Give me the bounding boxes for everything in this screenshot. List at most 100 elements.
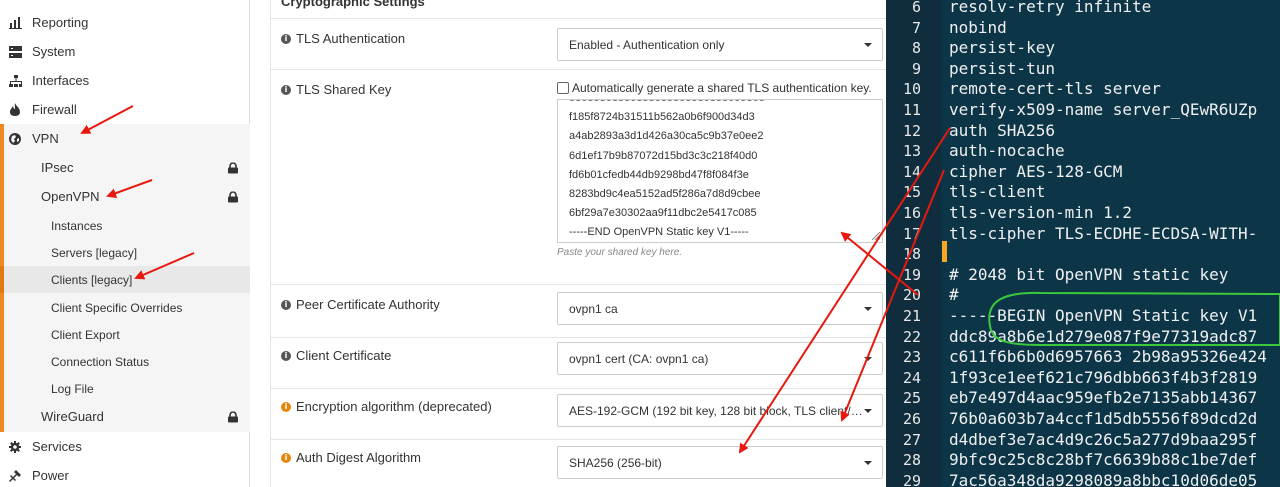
lock-icon [228,191,238,202]
line-number: 6 [911,0,921,16]
sidebar-item-firewall[interactable]: Firewall [0,95,250,124]
flame-icon [8,103,22,116]
tls-authentication-row: i TLS Authentication Enabled - Authentic… [271,18,887,69]
sidebar-item-wireguard[interactable]: WireGuard [0,402,250,431]
lock-icon [228,411,238,422]
caret-down-icon [864,357,872,361]
code-line: 1f93ce1eef621c796dbb663f4b3f2819 [949,367,1258,387]
resize-handle-icon[interactable] [872,232,880,240]
code-line: remote-cert-tls server [949,79,1161,99]
field-label: TLS Shared Key [296,82,392,97]
config-text-editor[interactable]: 6 resolv-retry infinite 7 nobind 8 persist-ke… [886,0,1280,487]
line-number: 20 [902,286,921,305]
network-icon [8,74,22,87]
line-number: 26 [902,410,921,428]
code-line: auth SHA256 [949,120,1055,140]
sidebar-item-connection-status[interactable]: Connection Status [0,348,250,375]
sidebar-item-label: WireGuard [41,409,104,424]
peer-ca-select[interactable]: ovpn1 ca [557,292,883,325]
tls-authentication-select[interactable]: Enabled - Authentication only [557,28,883,61]
line-number: 18 [902,245,921,264]
sidebar-item-services[interactable]: Services [0,432,250,461]
globe-icon [8,132,22,145]
sidebar-item-label: Power [32,468,69,483]
code-line: d4dbef3e7ac4d9c26c5a277d9baa295f [949,429,1258,449]
encryption-algorithm-select[interactable]: AES-192-GCM (192 bit key, 128 bit block,… [557,394,883,427]
peer-ca-row: i Peer Certificate Authority ovpn1 ca [271,284,887,337]
field-label: Client Certificate [296,348,392,363]
sidebar-item-label: System [32,44,76,59]
code-line: resolv-retry infinite [949,0,1152,16]
tls-shared-key-textarea[interactable]: 5e6e5e6e5e6e5e6e5e6e5e6e5e6e5e6e f185f87… [557,99,883,243]
line-number: 11 [902,101,921,119]
line-number: 17 [902,224,921,243]
line-number: 16 [902,204,921,222]
section-title: Cryptographic Settings [281,0,425,9]
sidebar-item-power[interactable]: Power [0,461,250,487]
info-icon[interactable]: i [281,350,291,361]
code-line: verify-x509-name server_QEwR6UZp [949,100,1258,119]
chart-icon [8,16,22,29]
code-line: persist-tun [949,58,1055,78]
gear-icon [8,440,22,453]
sidebar-item-servers-legacy[interactable]: Servers [legacy] [0,239,250,266]
code-line: cipher AES-128-GCM [949,161,1123,181]
sidebar-item-openvpn[interactable]: OpenVPN [0,182,250,211]
auto-generate-key-checkbox[interactable] [557,82,569,94]
client-certificate-select[interactable]: ovpn1 cert (CA: ovpn1 ca) [557,342,883,375]
code-line: # 2048 bit OpenVPN static key [949,264,1229,284]
sidebar-item-interfaces[interactable]: Interfaces [0,66,250,95]
sidebar-item-label: Interfaces [32,73,90,88]
line-number: 12 [902,121,921,140]
info-icon[interactable]: i [281,401,291,412]
caret-down-icon [864,409,872,413]
sidebar-item-label: Connection Status [51,354,150,369]
line-number: 9 [911,59,921,78]
sidebar-item-label: IPsec [41,160,74,175]
line-number: 24 [902,368,921,387]
sidebar-item-instances[interactable]: Instances [0,212,250,239]
tls-key-hint: Paste your shared key here. [557,247,683,258]
code-line: 7ac56a348da9298089a8bbc10d06de05 [949,470,1258,487]
line-number: 29 [902,471,921,487]
sidebar-item-system[interactable]: System [0,37,250,66]
line-number: 13 [902,142,921,161]
active-item-indicator [0,266,4,293]
info-icon[interactable]: i [281,33,291,44]
sidebar-item-label: Log File [51,381,94,396]
info-icon[interactable]: i [281,452,291,463]
info-icon[interactable]: i [281,299,291,310]
sidebar-item-label: Servers [legacy] [51,245,138,260]
client-certificate-row: i Client Certificate ovpn1 cert (CA: ovp… [271,337,887,388]
sidebar-item-log-file[interactable]: Log File [0,375,250,402]
code-line: nobind [949,17,1007,37]
sidebar-item-reporting[interactable]: Reporting [0,8,250,37]
code-line: auth-nocache [949,141,1065,161]
sidebar-item-clients-legacy[interactable]: Clients [legacy] [0,266,250,293]
sidebar: Reporting System Interfaces Firewall VPN… [0,0,250,487]
field-label: TLS Authentication [296,31,406,46]
auto-generate-key-checkbox-row[interactable]: Automatically generate a shared TLS auth… [557,81,872,95]
code-line: tls-version-min 1.2 [949,203,1133,222]
line-number: 19 [902,265,921,284]
code-line: 9bfc9c25c8c28bf7c6639b88c1be7def [949,450,1258,470]
sidebar-item-client-specific-overrides[interactable]: Client Specific Overrides [0,294,250,321]
caret-down-icon [864,461,872,465]
current-line-marker [942,241,947,262]
sidebar-item-vpn[interactable]: VPN [0,124,250,153]
info-icon[interactable]: i [281,84,291,95]
sidebar-item-label: VPN [32,131,59,146]
sidebar-item-ipsec[interactable]: IPsec [0,153,250,182]
code-line: tls-client [949,182,1046,202]
sidebar-item-client-export[interactable]: Client Export [0,321,250,348]
auth-digest-select[interactable]: SHA256 (256-bit) [557,446,883,479]
code-line: # [949,285,959,305]
line-number: 22 [902,327,921,346]
code-line: 76b0a603b7a4ccf1d5db5556f89dcd2d [949,409,1258,428]
checkbox-label: Automatically generate a shared TLS auth… [572,81,872,95]
code-line: tls-cipher TLS-ECDHE-ECDSA-WITH- [949,223,1258,243]
caret-down-icon [864,307,872,311]
field-label: Peer Certificate Authority [296,297,440,312]
plug-icon [8,469,22,482]
line-number: 25 [902,389,921,408]
